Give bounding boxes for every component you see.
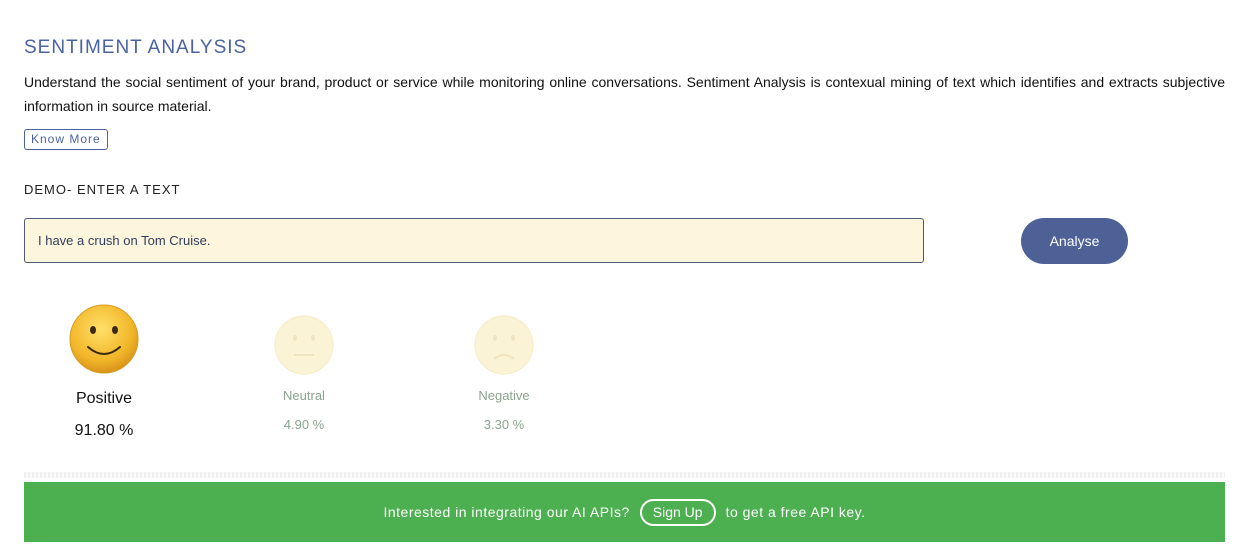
banner-text-before: Interested in integrating our AI APIs?	[383, 504, 630, 520]
neutral-face-icon	[274, 315, 334, 375]
know-more-button[interactable]: Know More	[24, 129, 108, 150]
result-percent: 91.80 %	[74, 422, 134, 439]
result-label: Neutral	[283, 388, 325, 403]
result-positive: Positive 91.80 %	[24, 303, 184, 440]
sign-up-button[interactable]: Sign Up	[639, 498, 716, 526]
banner-text-after: to get a free API key.	[725, 504, 866, 520]
api-signup-banner: Interested in integrating our AI APIs? S…	[24, 482, 1225, 542]
result-neutral: Neutral 4.90 %	[224, 315, 384, 432]
sad-face-icon	[474, 315, 534, 375]
result-label: Negative	[478, 388, 530, 403]
demo-text-input[interactable]	[24, 218, 924, 263]
happy-face-icon	[69, 304, 139, 374]
page-title: SENTIMENT ANALYSIS	[24, 37, 248, 58]
result-percent: 3.30 %	[483, 417, 525, 432]
page-description: Understand the social sentiment of your …	[24, 74, 1225, 114]
analyse-button[interactable]: Analyse	[1021, 218, 1128, 264]
section-divider	[24, 472, 1225, 478]
result-label: Positive	[75, 390, 133, 407]
sentiment-analysis-page: SENTIMENT ANALYSIS Understand the social…	[0, 0, 1248, 545]
result-negative: Negative 3.30 %	[424, 315, 584, 432]
result-percent: 4.90 %	[283, 417, 325, 432]
demo-label: DEMO- ENTER A TEXT	[24, 182, 181, 197]
